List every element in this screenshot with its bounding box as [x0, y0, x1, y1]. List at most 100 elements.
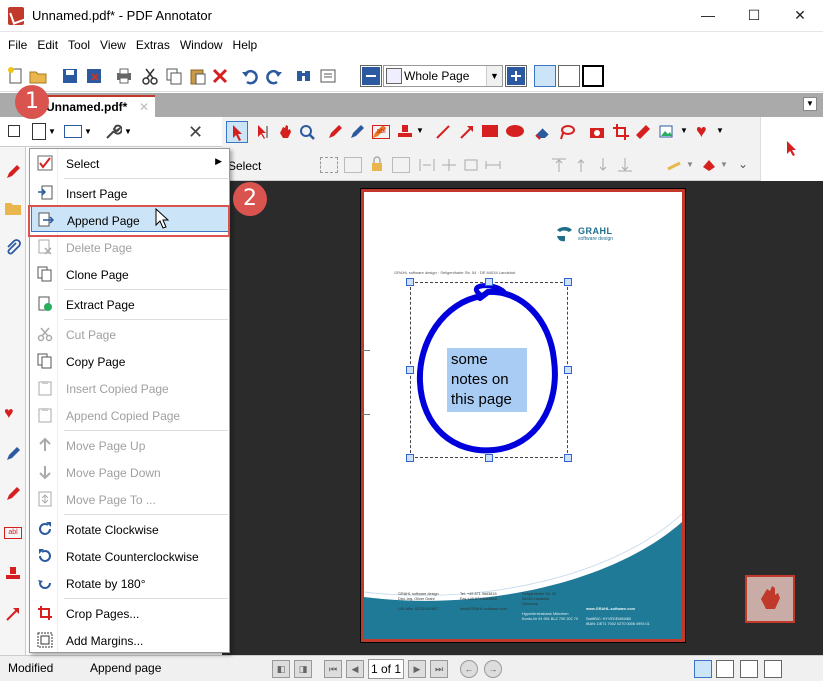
menu-item-crop-pages[interactable]: Crop Pages...: [31, 600, 230, 626]
image-add-icon[interactable]: [658, 123, 676, 141]
delete-icon[interactable]: [210, 66, 230, 86]
crop-tool-icon[interactable]: [612, 123, 630, 141]
save-icon[interactable]: [60, 66, 80, 86]
text-box-icon[interactable]: abl: [372, 125, 390, 139]
tab-close-icon[interactable]: ✕: [139, 100, 149, 114]
menu-tool[interactable]: Tool: [63, 33, 95, 52]
open-folder-icon[interactable]: [28, 66, 48, 86]
arrow-rail-icon[interactable]: [4, 605, 22, 623]
menu-item-append-copied-page[interactable]: Append Copied Page: [31, 402, 230, 428]
menu-item-cut-page[interactable]: Cut Page: [31, 321, 230, 347]
stamp-rail-icon[interactable]: [4, 565, 22, 583]
zoom-out-button[interactable]: [360, 65, 382, 87]
page-menu-icon[interactable]: [32, 123, 46, 140]
image-chevron-icon[interactable]: ▼: [680, 126, 688, 135]
menu-item-add-margins[interactable]: Add Margins...: [31, 627, 230, 653]
menu-extras[interactable]: Extras: [131, 33, 175, 52]
selection-handle[interactable]: [406, 366, 414, 374]
menu-item-rotate-counterclockwise[interactable]: Rotate Counterclockwise: [31, 543, 230, 569]
maximize-button[interactable]: ☐: [731, 0, 777, 31]
copy-icon[interactable]: [164, 66, 184, 86]
forward-history-icon[interactable]: ◨: [294, 660, 312, 678]
zoom-select[interactable]: Whole Page ▼: [383, 65, 503, 87]
highlighter-icon[interactable]: [348, 123, 366, 141]
print-icon[interactable]: [114, 66, 134, 86]
redo-icon[interactable]: [264, 66, 284, 86]
go-back-icon[interactable]: ←: [460, 660, 478, 678]
fullscreen-button[interactable]: [582, 65, 604, 87]
chevron-down-icon[interactable]: ▼: [486, 66, 502, 86]
bookmark-icon[interactable]: [318, 66, 338, 86]
menu-help[interactable]: Help: [228, 33, 263, 52]
camera-icon[interactable]: [588, 123, 606, 141]
two-page-continuous-layout-icon[interactable]: [764, 660, 782, 678]
more-options-chevron-icon[interactable]: ⌄: [738, 157, 748, 171]
save-as-icon[interactable]: [84, 66, 104, 86]
menu-item-clone-page[interactable]: Clone Page: [31, 261, 230, 287]
arrow-icon[interactable]: [458, 123, 476, 141]
ruler-icon[interactable]: [634, 123, 652, 141]
rectangle-icon[interactable]: [482, 125, 498, 137]
zoom-tool-icon[interactable]: [298, 123, 316, 141]
undo-icon[interactable]: [240, 66, 260, 86]
note-text-annotation[interactable]: some notes on this page: [447, 348, 527, 412]
heart-icon[interactable]: ♥: [696, 121, 707, 142]
hand-tool-icon[interactable]: [276, 123, 294, 141]
cut-icon[interactable]: [140, 66, 160, 86]
panel-checkbox[interactable]: [8, 125, 20, 137]
close-panel-icon[interactable]: ✕: [188, 122, 203, 143]
menu-item-select[interactable]: Select ▶: [31, 150, 230, 176]
last-page-icon[interactable]: ⏭: [430, 660, 448, 678]
menu-item-insert-copied-page[interactable]: Insert Copied Page: [31, 375, 230, 401]
menu-item-extract-page[interactable]: Extract Page: [31, 291, 230, 317]
tab-list-dropdown[interactable]: ▼: [803, 97, 817, 111]
find-icon[interactable]: [294, 66, 314, 86]
thumbnail-view-icon[interactable]: [64, 125, 82, 138]
menu-item-move-page-up[interactable]: Move Page Up: [31, 432, 230, 458]
textbox-rail-icon[interactable]: abl: [4, 527, 22, 539]
stamp-icon[interactable]: [396, 123, 414, 141]
hand-scroll-button[interactable]: [745, 575, 795, 623]
go-forward-icon[interactable]: →: [484, 660, 502, 678]
close-button[interactable]: ✕: [777, 0, 823, 31]
line-icon[interactable]: [434, 123, 452, 141]
selection-handle[interactable]: [485, 278, 493, 286]
selection-handle[interactable]: [406, 278, 414, 286]
zoom-in-button[interactable]: [505, 65, 527, 87]
new-document-icon[interactable]: [6, 66, 26, 86]
stamp-chevron-icon[interactable]: ▼: [416, 126, 424, 135]
single-page-layout-icon[interactable]: [694, 660, 712, 678]
menu-item-rotate-180[interactable]: Rotate by 180°: [31, 570, 230, 596]
page-indicator[interactable]: 1 of 1: [368, 659, 404, 679]
selection-handle[interactable]: [564, 454, 572, 462]
page-menu-chevron-icon[interactable]: ▼: [48, 127, 56, 136]
minimize-button[interactable]: —: [685, 0, 731, 31]
paste-icon[interactable]: [188, 66, 208, 86]
menu-edit[interactable]: Edit: [32, 33, 63, 52]
selection-handle[interactable]: [564, 278, 572, 286]
menu-item-delete-page[interactable]: Delete Page: [31, 234, 230, 260]
pdf-page[interactable]: GRAHL software design GRAHL software des…: [361, 189, 685, 642]
menu-view[interactable]: View: [95, 33, 131, 52]
single-page-view-button[interactable]: [534, 65, 556, 87]
menu-item-move-page-down[interactable]: Move Page Down: [31, 459, 230, 485]
menu-item-rotate-clockwise[interactable]: Rotate Clockwise: [31, 516, 230, 542]
pen-icon[interactable]: [326, 123, 344, 141]
eraser-icon[interactable]: [534, 123, 552, 141]
selection-handle[interactable]: [485, 454, 493, 462]
attachments-panel-icon[interactable]: [4, 239, 22, 257]
menu-item-insert-page[interactable]: Insert Page: [31, 180, 230, 206]
next-page-icon[interactable]: ▶: [408, 660, 426, 678]
first-page-icon[interactable]: ⏮: [324, 660, 342, 678]
text-select-icon[interactable]: [254, 123, 272, 141]
selection-handle[interactable]: [406, 454, 414, 462]
selection-handle[interactable]: [564, 366, 572, 374]
favorites-chevron-icon[interactable]: ▼: [716, 126, 724, 135]
continuous-layout-icon[interactable]: [716, 660, 734, 678]
previous-page-icon[interactable]: ◀: [346, 660, 364, 678]
document-tab[interactable]: Unnamed.pdf* ✕: [40, 95, 155, 117]
select-tool-button[interactable]: [226, 121, 248, 143]
wrench-icon[interactable]: [104, 123, 123, 141]
menu-file[interactable]: File: [0, 33, 32, 52]
folder-panel-icon[interactable]: [4, 199, 22, 217]
